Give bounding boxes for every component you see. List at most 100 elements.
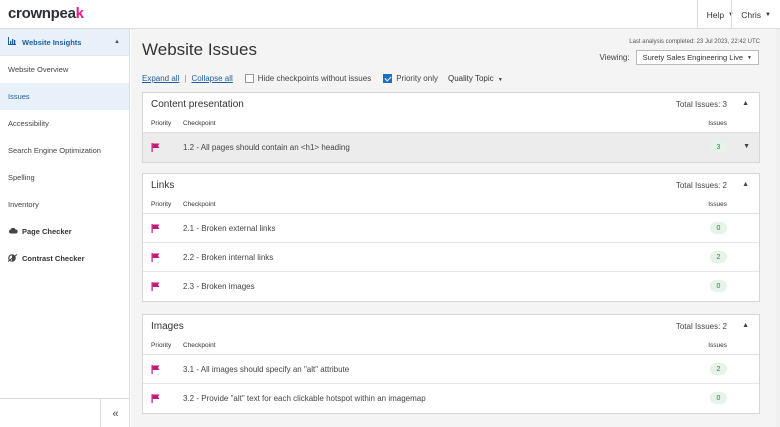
last-analysis-text: Last analysis completed: 23 Jul 2023, 22… xyxy=(629,39,760,45)
panel-header[interactable]: Links Total Issues: 2 ▲ xyxy=(143,174,759,198)
chevron-up-icon[interactable]: ▲ xyxy=(114,39,120,45)
checkpoint-label: 2.2 - Broken internal links xyxy=(183,253,274,262)
checkpoint-row[interactable]: 2.2 - Broken internal links 2 xyxy=(143,243,759,272)
sidebar-item-issues[interactable]: Issues xyxy=(0,83,129,110)
issue-count-badge: 0 xyxy=(710,280,727,292)
chevron-up-icon[interactable]: ▲ xyxy=(742,100,749,107)
main-content: Website Issues Last analysis completed: … xyxy=(131,29,776,427)
sidebar-item-seo[interactable]: Search Engine Optimization xyxy=(0,137,129,164)
sidebar-item-label: Accessibility xyxy=(8,119,49,128)
checkpoint-row[interactable]: 1.2 - All pages should contain an <h1> h… xyxy=(143,133,759,162)
checkpoint-column-header: Checkpoint xyxy=(183,201,216,208)
priority-only-checkbox[interactable] xyxy=(383,74,393,83)
checkpoint-column-header: Checkpoint xyxy=(183,342,216,349)
issues-column-header: Issues xyxy=(708,201,727,208)
site-select-value: Surety Sales Engineering Live xyxy=(642,53,744,62)
chevron-down-icon[interactable]: ▼ xyxy=(743,143,750,150)
issues-toolbar: Expand all | Collapse all Hide checkpoin… xyxy=(142,74,503,83)
panel-content-presentation: Content presentation Total Issues: 3 ▲ P… xyxy=(142,92,760,163)
sidebar-item-label: Page Checker xyxy=(22,227,72,236)
checkpoint-label: 3.1 - All images should specify an "alt"… xyxy=(183,365,350,374)
checkpoint-label: 2.3 - Broken images xyxy=(183,282,255,291)
checkpoint-label: 3.2 - Provide "alt" text for each clicka… xyxy=(183,394,426,403)
panel-total-issues: Total Issues: 2 xyxy=(675,181,727,190)
panel-title: Content presentation xyxy=(151,99,244,110)
priority-only-toggle[interactable]: Priority only xyxy=(383,74,438,83)
bar-chart-icon xyxy=(8,37,18,47)
contrast-icon xyxy=(7,253,18,264)
site-select[interactable]: Surety Sales Engineering Live ▼ xyxy=(635,50,759,65)
sidebar-item-contrast-checker[interactable]: Contrast Checker xyxy=(0,245,129,272)
checkpoint-label: 1.2 - All pages should contain an <h1> h… xyxy=(183,143,350,152)
priority-column-header: Priority xyxy=(151,201,172,208)
crownpeak-logo[interactable]: crownpeak xyxy=(8,5,84,22)
user-label: Chris xyxy=(741,9,762,20)
viewing-selector: Viewing: Surety Sales Engineering Live ▼ xyxy=(599,50,759,65)
top-bar: crownpeak Help ▼ Chris ▼ xyxy=(0,0,780,29)
sidebar-item-label: Search Engine Optimization xyxy=(8,146,101,155)
issues-column-header: Issues xyxy=(708,120,727,127)
priority-column-header: Priority xyxy=(151,342,172,349)
chevron-down-icon: ▼ xyxy=(747,54,752,61)
checkpoint-row[interactable]: 3.1 - All images should specify an "alt"… xyxy=(143,355,759,384)
checkpoint-row[interactable]: 3.2 - Provide "alt" text for each clicka… xyxy=(143,384,759,413)
panel-images: Images Total Issues: 2 ▲ Priority Checkp… xyxy=(142,314,760,414)
priority-flag-icon xyxy=(151,143,160,152)
checkpoint-row[interactable]: 2.3 - Broken images 0 xyxy=(143,272,759,301)
vertical-scrollbar[interactable] xyxy=(776,29,780,427)
checkpoint-column-header: Checkpoint xyxy=(183,120,216,127)
column-header-row: Priority Checkpoint Issues xyxy=(143,198,759,214)
sidebar-item-inventory[interactable]: Inventory xyxy=(0,191,129,218)
column-header-row: Priority Checkpoint Issues xyxy=(143,339,759,355)
issue-count-badge: 2 xyxy=(710,363,727,375)
issue-count-badge: 0 xyxy=(710,392,727,404)
panel-header[interactable]: Content presentation Total Issues: 3 ▲ xyxy=(143,93,759,117)
panel-total-issues: Total Issues: 3 xyxy=(675,100,727,109)
priority-flag-icon xyxy=(151,394,160,403)
sidebar-item-accessibility[interactable]: Accessibility xyxy=(0,110,129,137)
issues-column-header: Issues xyxy=(708,342,727,349)
priority-flag-icon xyxy=(151,365,160,374)
collapse-all-link[interactable]: Collapse all xyxy=(191,74,232,83)
sidebar-item-spelling[interactable]: Spelling xyxy=(0,164,129,191)
double-chevron-left-icon: « xyxy=(112,407,119,420)
priority-column-header: Priority xyxy=(151,120,172,127)
sidebar-item-website-overview[interactable]: Website Overview xyxy=(0,56,129,83)
chevron-down-icon: ▼ xyxy=(497,77,503,83)
hide-checkpoints-toggle[interactable]: Hide checkpoints without issues xyxy=(244,74,372,83)
sidebar-item-label: Inventory xyxy=(8,200,39,209)
sidebar-item-label: Spelling xyxy=(8,173,35,182)
panel-total-issues: Total Issues: 2 xyxy=(675,322,727,331)
issue-count-badge: 0 xyxy=(710,222,727,234)
expand-all-link[interactable]: Expand all xyxy=(142,74,179,83)
sidebar-item-label: Issues xyxy=(8,92,30,101)
panel-links: Links Total Issues: 2 ▲ Priority Checkpo… xyxy=(142,173,760,302)
toolbar-separator: | xyxy=(184,74,187,83)
priority-flag-icon xyxy=(151,253,160,262)
quality-topic-dropdown[interactable]: Quality Topic ▼ xyxy=(448,74,503,83)
panel-header[interactable]: Images Total Issues: 2 ▲ xyxy=(143,315,759,339)
sidebar-section-website-insights[interactable]: Website Insights ▲ xyxy=(0,29,129,56)
sidebar: Website Insights ▲ Website Overview Issu… xyxy=(0,29,130,427)
page-title: Website Issues xyxy=(142,40,257,59)
panel-title: Links xyxy=(151,180,175,191)
user-menu-button[interactable]: Chris ▼ xyxy=(731,0,780,29)
quality-topic-label: Quality Topic xyxy=(447,74,494,83)
sidebar-item-page-checker[interactable]: Page Checker xyxy=(0,218,129,245)
collapse-sidebar-button[interactable]: « xyxy=(100,399,130,427)
checkpoint-row[interactable]: 2.1 - Broken external links 0 xyxy=(143,214,759,243)
hide-checkpoints-checkbox[interactable] xyxy=(244,74,254,83)
sidebar-section-label: Website Insights xyxy=(22,37,82,47)
cloud-icon xyxy=(8,227,18,236)
chevron-down-icon: ▼ xyxy=(765,11,771,18)
sidebar-footer: « xyxy=(0,398,130,427)
column-header-row: Priority Checkpoint Issues xyxy=(143,117,759,133)
checkpoint-label: 2.1 - Broken external links xyxy=(183,224,276,233)
chevron-up-icon[interactable]: ▲ xyxy=(742,181,749,188)
viewing-label: Viewing: xyxy=(599,53,630,62)
hide-checkpoints-label: Hide checkpoints without issues xyxy=(257,74,372,83)
help-label: Help xyxy=(706,9,725,20)
priority-flag-icon xyxy=(151,282,160,291)
chevron-up-icon[interactable]: ▲ xyxy=(742,322,749,329)
priority-only-label: Priority only xyxy=(396,74,438,83)
